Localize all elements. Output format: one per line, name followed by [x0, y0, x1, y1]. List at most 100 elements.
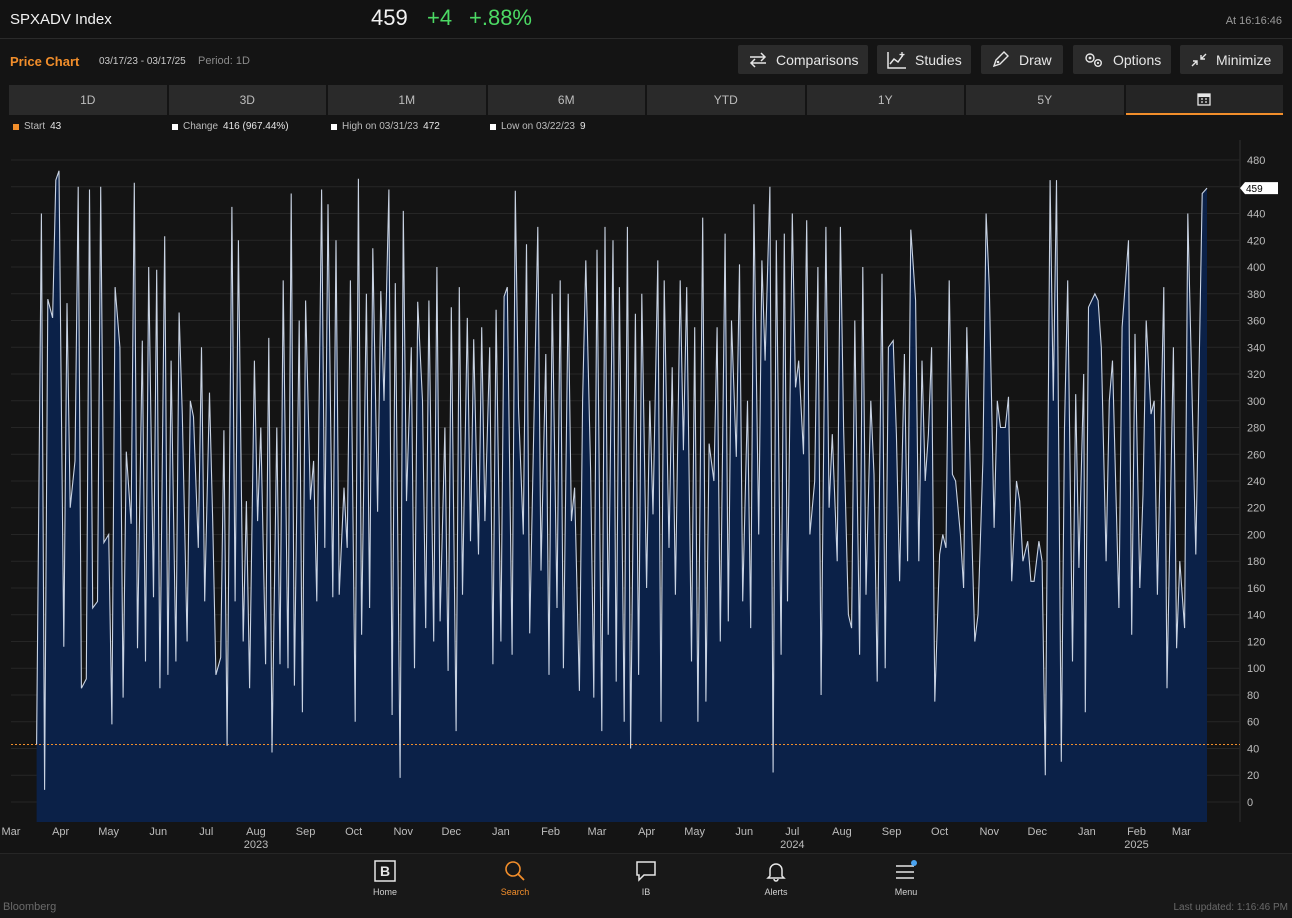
- x-tick-label: Feb: [541, 826, 560, 838]
- x-year-label: 2024: [780, 839, 804, 851]
- as-of-time: At 16:16:46: [1225, 15, 1282, 27]
- price-chart-label: Price Chart: [10, 54, 80, 69]
- minimize-label: Minimize: [1216, 51, 1272, 68]
- x-tick-label: Dec: [442, 826, 462, 838]
- gears-icon: [1085, 52, 1102, 67]
- bottom-nav: B Home Search IB Alerts Menu Bloomberg L…: [0, 853, 1292, 918]
- low-value: 9: [579, 121, 586, 132]
- pen-icon: [992, 50, 1009, 67]
- nav-home[interactable]: B Home: [345, 860, 425, 897]
- chat-bubble-icon: [636, 861, 656, 882]
- top-bar: SPXADV Index 459 +4 +.88% At 16:16:46: [0, 0, 1292, 39]
- x-tick-label: Mar: [588, 826, 607, 838]
- tab-ytd[interactable]: YTD: [647, 85, 805, 115]
- x-tick-label: Sep: [882, 826, 902, 838]
- y-tick-label: 0: [1247, 797, 1253, 809]
- nav-ib[interactable]: IB: [606, 860, 686, 897]
- y-tick-label: 300: [1247, 396, 1265, 408]
- calendar-icon: [1197, 93, 1211, 106]
- y-tick-label: 420: [1247, 235, 1265, 247]
- y-tick-label: 340: [1247, 342, 1265, 354]
- low-swatch: [490, 123, 496, 130]
- x-tick-label: Jun: [149, 826, 167, 838]
- y-tick-label: 240: [1247, 476, 1265, 488]
- high-label: High on 03/31/23: [342, 121, 419, 132]
- tab-custom-range[interactable]: [1125, 85, 1283, 115]
- change-swatch: [172, 123, 178, 130]
- ticker-title[interactable]: SPXADV Index: [10, 11, 112, 28]
- draw-button[interactable]: Draw: [981, 45, 1063, 74]
- chart-toolbar: Price Chart 03/17/23 - 03/17/25 Period: …: [0, 39, 1292, 84]
- tab-5y[interactable]: 5Y: [966, 85, 1124, 115]
- last-updated: Last updated: 1:16:46 PM: [1173, 902, 1288, 913]
- nav-home-label: Home: [372, 887, 397, 897]
- change-value: 416 (967.44%): [223, 121, 289, 132]
- x-tick-label: May: [98, 826, 119, 838]
- tab-6m[interactable]: 6M: [487, 85, 645, 115]
- x-year-label: 2023: [244, 839, 268, 851]
- tab-3d[interactable]: 3D: [168, 85, 326, 115]
- draw-label: Draw: [1019, 51, 1052, 68]
- y-tick-label: 260: [1247, 449, 1265, 461]
- tab-1d[interactable]: 1D: [9, 85, 167, 115]
- nav-ib-label: IB: [641, 887, 651, 897]
- studies-label: Studies: [915, 51, 962, 68]
- x-tick-label: May: [684, 826, 705, 838]
- comparisons-button[interactable]: Comparisons: [738, 45, 868, 74]
- swap-arrows-icon: [749, 51, 767, 68]
- last-value-marker: 459: [1240, 182, 1278, 195]
- y-tick-label: 320: [1247, 369, 1265, 381]
- legend-start: Start 43: [13, 121, 61, 132]
- x-tick-label: Dec: [1028, 826, 1048, 838]
- y-tick-label: 200: [1247, 529, 1265, 541]
- x-tick-label: Apr: [638, 826, 655, 838]
- y-tick-label: 20: [1247, 770, 1259, 782]
- y-tick-label: 400: [1247, 262, 1265, 274]
- x-tick-label: Oct: [345, 826, 362, 838]
- y-tick-label: 100: [1247, 663, 1265, 675]
- studies-button[interactable]: Studies: [877, 45, 971, 74]
- x-tick-label: Aug: [832, 826, 852, 838]
- bloomberg-logo-text: Bloomberg: [3, 901, 57, 913]
- nav-menu[interactable]: Menu: [866, 860, 946, 897]
- start-label: Start: [24, 121, 46, 132]
- comparisons-label: Comparisons: [776, 51, 859, 68]
- nav-alerts[interactable]: Alerts: [736, 860, 816, 897]
- svg-text:B: B: [380, 863, 390, 879]
- bell-icon: [766, 863, 786, 882]
- y-tick-label: 360: [1247, 316, 1265, 328]
- legend-change: Change 416 (967.44%): [172, 121, 289, 132]
- high-value: 472: [423, 121, 440, 132]
- change-label: Change: [183, 121, 219, 132]
- y-tick-label: 40: [1247, 743, 1259, 755]
- y-tick-label: 280: [1247, 423, 1265, 435]
- bloomberg-b-icon: B: [374, 860, 396, 882]
- studies-chart-icon: [887, 51, 906, 69]
- hamburger-menu-icon: [896, 860, 917, 879]
- y-tick-label: 60: [1247, 717, 1259, 729]
- x-tick-label: Oct: [931, 826, 948, 838]
- legend-high: High on 03/31/23 472: [331, 121, 440, 132]
- x-tick-label: Jul: [785, 826, 799, 838]
- period-tabs: 1D 3D 1M 6M YTD 1Y 5Y: [9, 85, 1283, 115]
- y-tick-label: 220: [1247, 503, 1265, 515]
- net-change: +4: [427, 5, 453, 30]
- high-swatch: [331, 123, 337, 130]
- last-price: 459: [371, 5, 408, 30]
- price-chart[interactable]: 0 20 40 60 80 100 120 140 160 180 200 220 240 260 280 3…: [0, 138, 1292, 853]
- options-button[interactable]: Options: [1073, 45, 1171, 74]
- x-year-label: 2025: [1124, 839, 1148, 851]
- search-icon: [505, 861, 525, 881]
- tab-1m[interactable]: 1M: [328, 85, 486, 115]
- percent-change: +.88%: [469, 5, 532, 30]
- x-tick-label: Aug: [246, 826, 266, 838]
- date-range: 03/17/23 - 03/17/25: [99, 56, 186, 67]
- minimize-button[interactable]: Minimize: [1180, 45, 1283, 74]
- tab-1y[interactable]: 1Y: [806, 85, 964, 115]
- x-tick-label: Mar: [1172, 826, 1191, 838]
- nav-search-label: Search: [500, 887, 530, 897]
- last-value-text: 459: [1246, 184, 1263, 195]
- nav-search[interactable]: Search: [475, 860, 555, 897]
- x-tick-label: Jan: [492, 826, 510, 838]
- x-tick-label: Mar: [2, 826, 21, 838]
